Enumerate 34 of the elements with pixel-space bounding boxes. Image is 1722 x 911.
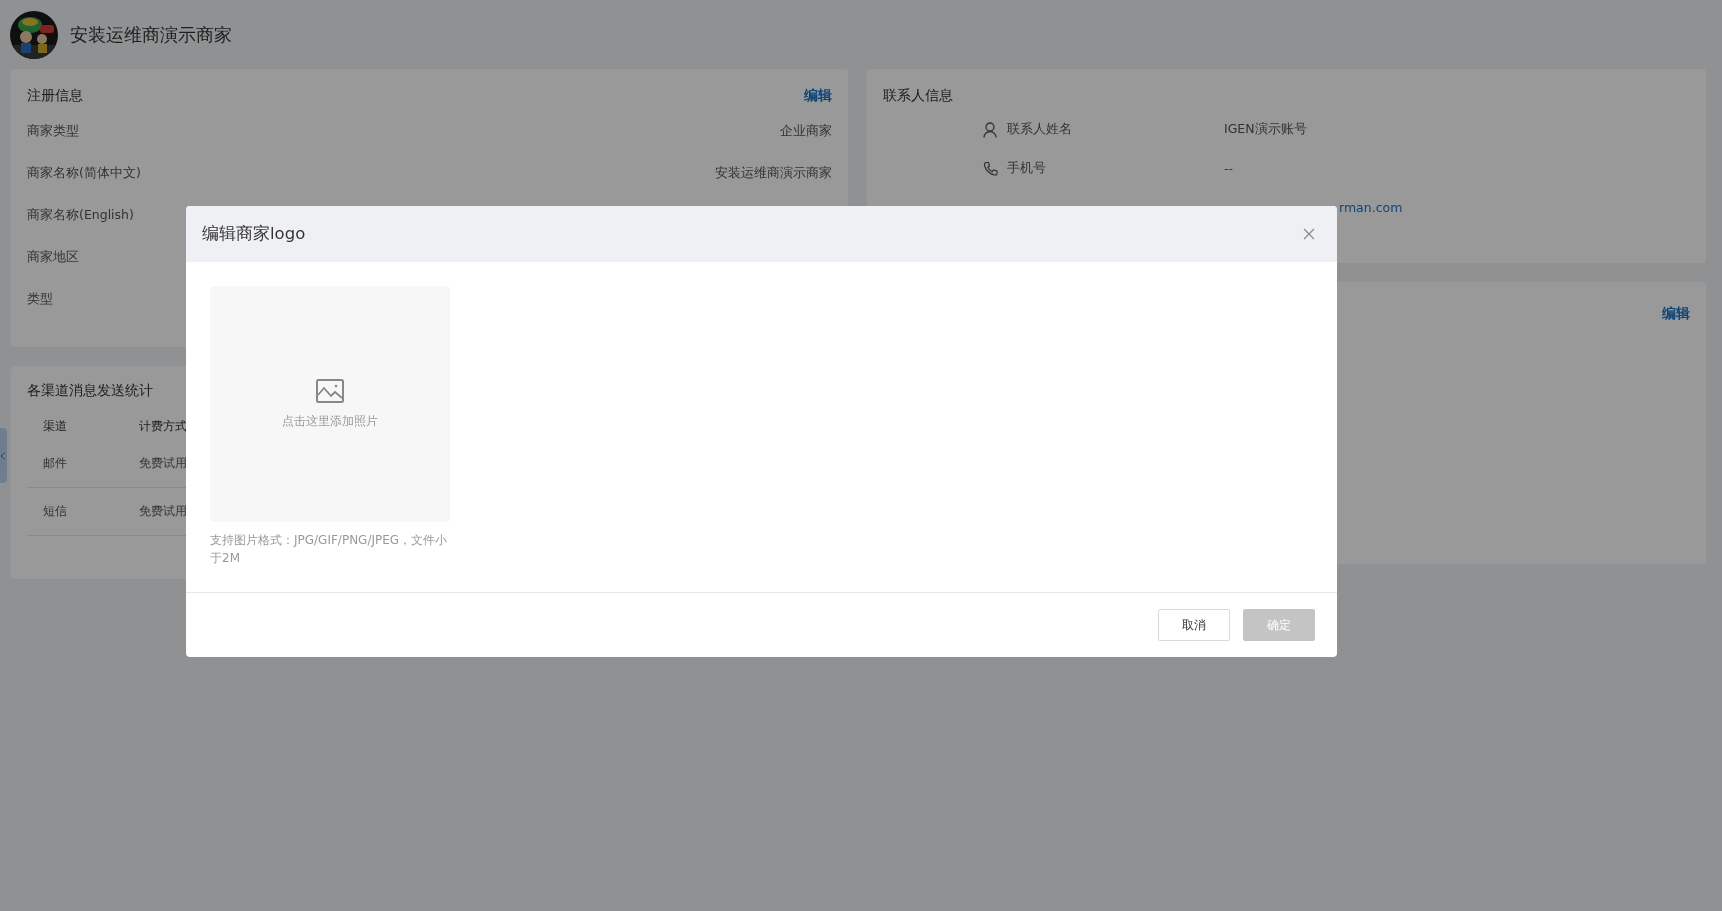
upload-area[interactable]: 点击这里添加照片 bbox=[210, 286, 450, 522]
field-label: 商家名称(English) bbox=[27, 206, 134, 224]
chevron-icon bbox=[0, 451, 5, 460]
field-label: 手机号 bbox=[1007, 160, 1046, 175]
field-label: 商家类型 bbox=[27, 122, 79, 140]
upload-label: 点击这里添加照片 bbox=[282, 412, 378, 430]
column-header: 渠道 bbox=[43, 417, 68, 435]
close-icon[interactable] bbox=[1303, 228, 1315, 240]
field-label: 商家地区 bbox=[27, 248, 79, 266]
field-label: 类型 bbox=[27, 290, 53, 308]
table-cell-text: 免费试用 bbox=[139, 503, 188, 520]
edit-link[interactable]: 编辑 bbox=[804, 87, 832, 105]
shop-name: 安装运维商演示商家 bbox=[70, 22, 232, 47]
image-icon bbox=[316, 378, 344, 403]
field-value: 企业商家 bbox=[780, 122, 832, 140]
value-link[interactable]: -- bbox=[1224, 161, 1234, 176]
table-cell-text: 免费试用 bbox=[139, 455, 188, 472]
field-label: 联系人姓名 bbox=[1007, 121, 1072, 136]
field-label: 商家名称(简体中文) bbox=[27, 164, 141, 182]
card-title: 各渠道消息发送统计 bbox=[27, 382, 153, 400]
column-header: 计费方式 bbox=[139, 417, 188, 435]
value-link[interactable]: rman.com bbox=[1339, 200, 1403, 215]
person-icon bbox=[983, 121, 997, 138]
cancel-button[interactable]: 取消 bbox=[1158, 609, 1230, 641]
table-cell-text: 短信 bbox=[43, 503, 68, 520]
format-hint: 支持图片格式：JPG/GIF/PNG/JPEG，文件小于2M bbox=[210, 532, 449, 567]
dialog-title: 编辑商家logo bbox=[202, 223, 306, 245]
phone-icon bbox=[983, 160, 999, 177]
field-value: 安装运维商演示商家 bbox=[715, 164, 832, 182]
card-title: 联系人信息 bbox=[883, 87, 953, 105]
table-cell-text: 邮件 bbox=[43, 455, 68, 472]
card-title: 注册信息 bbox=[27, 87, 83, 105]
field-value: IGEN演示账号 bbox=[1224, 121, 1307, 138]
edit-link[interactable]: 编辑 bbox=[1662, 305, 1690, 323]
